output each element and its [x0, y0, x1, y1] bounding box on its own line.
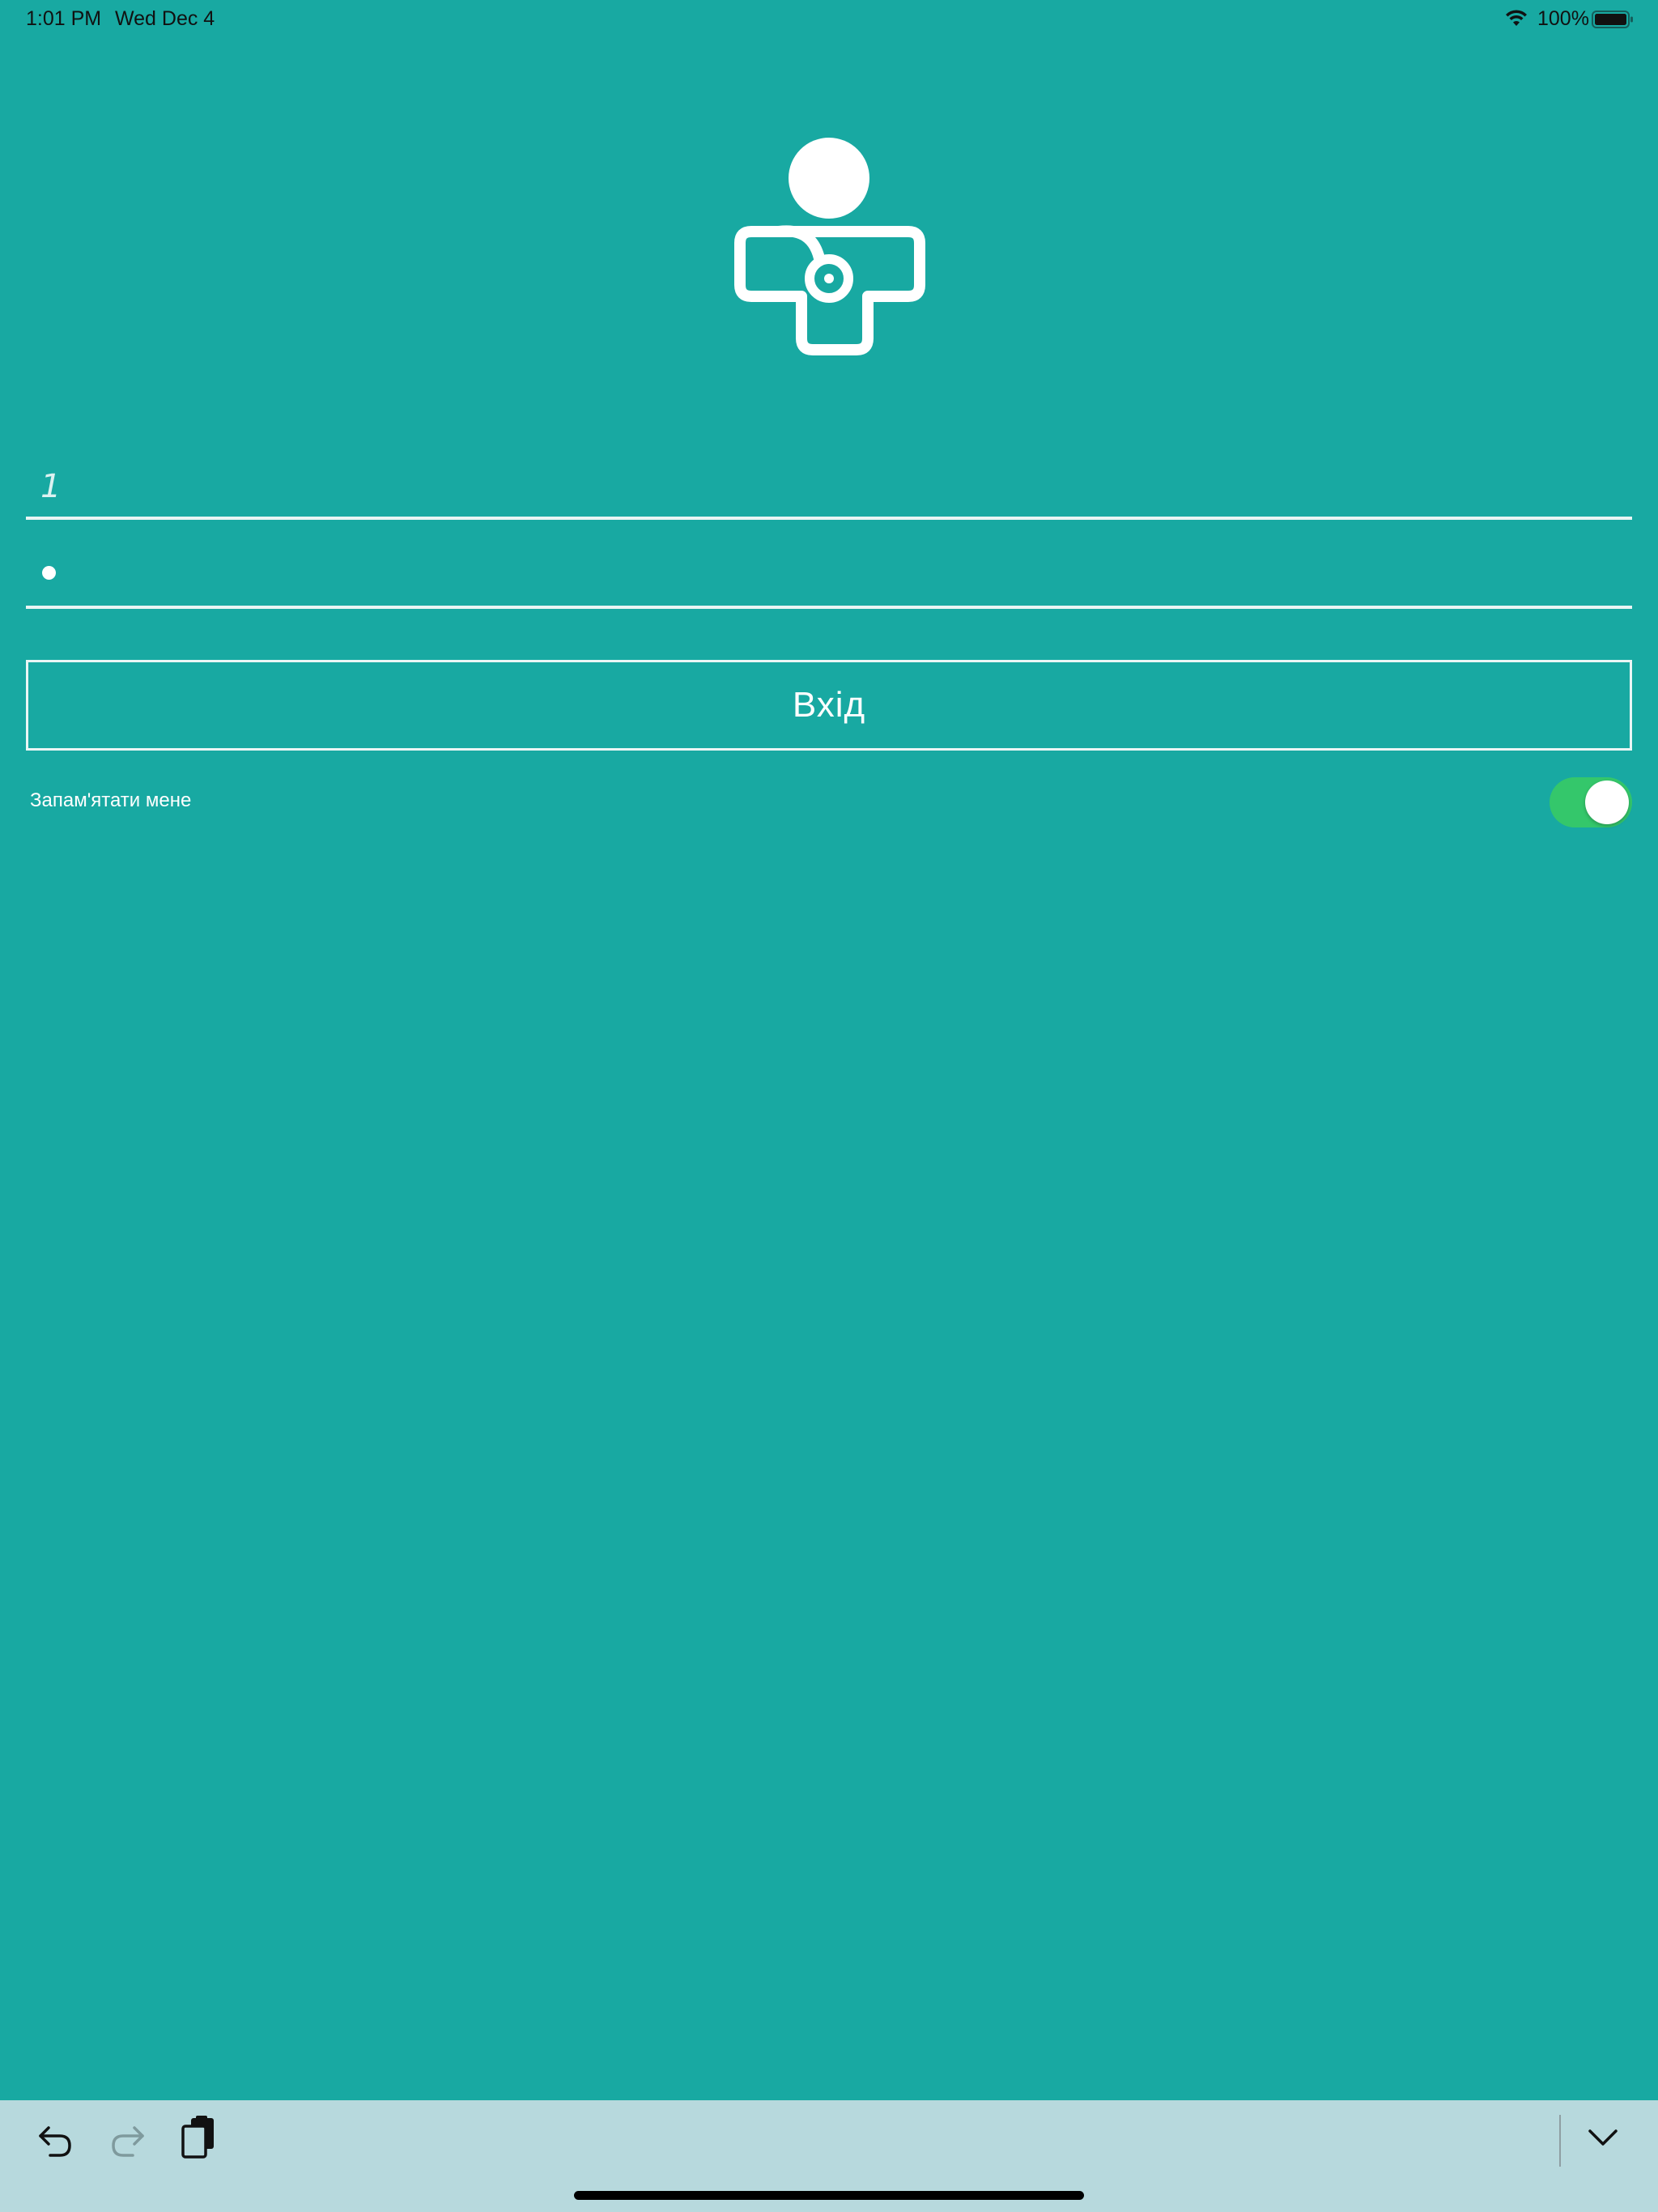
battery-percentage: 100% [1537, 7, 1589, 30]
doctor-stethoscope-icon [734, 138, 925, 355]
login-button[interactable]: Вхід [26, 660, 1632, 751]
home-indicator[interactable] [574, 2191, 1084, 2200]
wifi-icon [1506, 10, 1527, 26]
password-mask-dot [42, 566, 56, 580]
password-field[interactable] [26, 518, 1632, 609]
status-time: 1:01 PM [26, 7, 102, 30]
remember-me-label: Запам'ятати мене [30, 789, 192, 811]
login-screen: 1:01 PM Wed Dec 4 100% 1 Вхід Запам'ятат… [0, 0, 1658, 2212]
paste-icon[interactable] [180, 2115, 217, 2160]
battery-icon [1592, 11, 1633, 28]
toggle-knob [1585, 781, 1629, 824]
undo-icon[interactable] [36, 2120, 74, 2159]
chevron-down-icon[interactable] [1587, 2126, 1619, 2149]
username-field[interactable]: 1 [26, 429, 1632, 520]
redo-icon[interactable] [108, 2120, 147, 2159]
keyboard-bar-divider [1559, 2115, 1561, 2167]
remember-me-toggle[interactable] [1550, 777, 1632, 827]
username-value: 1 [40, 468, 62, 505]
status-bar: 1:01 PM Wed Dec 4 100% [0, 0, 1658, 39]
status-date: Wed Dec 4 [115, 7, 215, 30]
